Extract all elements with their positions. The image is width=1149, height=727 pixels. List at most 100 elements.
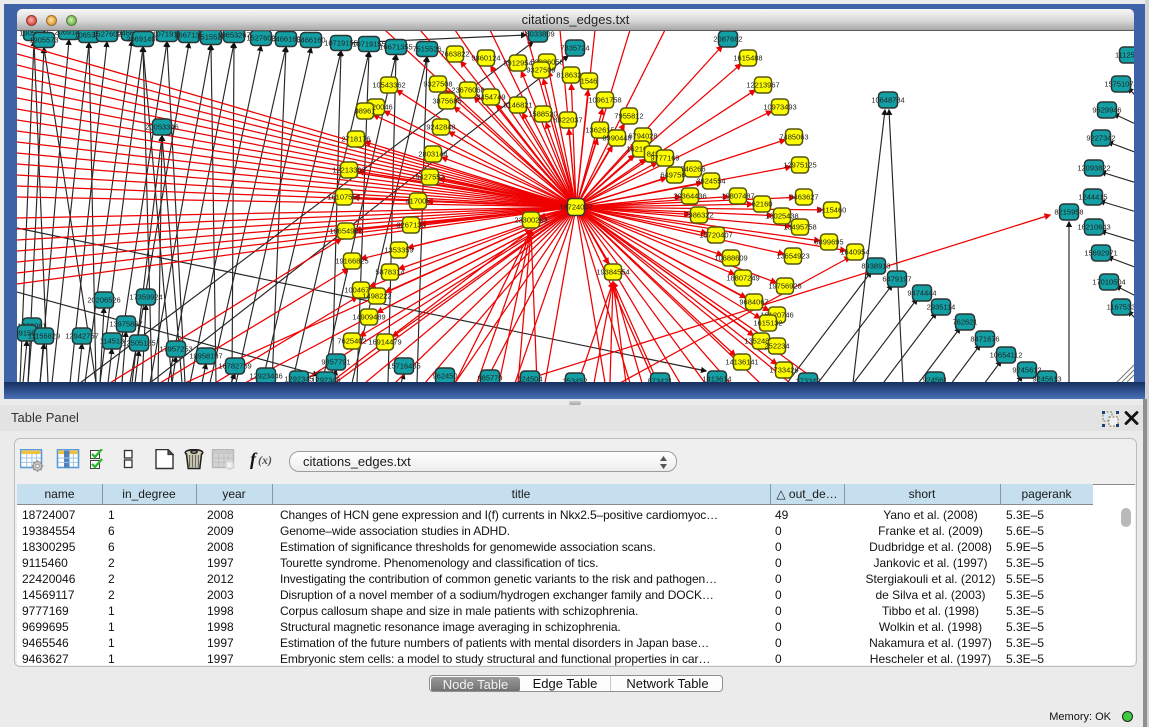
svg-text:2087682: 2087682 xyxy=(713,35,742,44)
svg-text:985779: 985779 xyxy=(477,374,502,383)
svg-text:8454749: 8454749 xyxy=(476,93,505,102)
svg-text:9146821: 9146821 xyxy=(503,101,532,110)
svg-text:1292346: 1292346 xyxy=(311,376,340,383)
svg-text:9327508: 9327508 xyxy=(423,80,452,89)
svg-text:173342: 173342 xyxy=(795,377,820,383)
svg-text:f: f xyxy=(250,449,258,469)
svg-text:1905573: 1905573 xyxy=(29,36,58,45)
svg-text:8471676: 8471676 xyxy=(970,335,999,344)
svg-text:1167533: 1167533 xyxy=(1107,303,1134,312)
svg-text:1292345: 1292345 xyxy=(284,375,313,383)
svg-text:15692971: 15692971 xyxy=(1084,249,1117,258)
svg-text:9529946: 9529946 xyxy=(1092,106,1121,115)
svg-text:9115460: 9115460 xyxy=(818,206,847,215)
svg-text:12213363: 12213363 xyxy=(332,166,365,175)
svg-text:9227342: 9227342 xyxy=(1086,134,1115,143)
svg-text:1640954: 1640954 xyxy=(840,248,869,257)
svg-text:20206526: 20206526 xyxy=(87,296,120,305)
svg-text:10654112: 10654112 xyxy=(990,351,1023,360)
svg-text:17359924: 17359924 xyxy=(129,293,162,302)
svg-text:7955812: 7955812 xyxy=(614,112,643,121)
svg-text:2803144: 2803144 xyxy=(418,150,447,159)
svg-text:7663822: 7663822 xyxy=(440,50,469,59)
svg-text:10648784: 10648784 xyxy=(871,96,904,105)
svg-text:19384554: 19384554 xyxy=(596,268,629,277)
svg-text:12975125: 12975125 xyxy=(783,161,816,170)
svg-text:5878314: 5878314 xyxy=(375,268,404,277)
svg-text:(x): (x) xyxy=(258,453,272,467)
svg-text:1546: 1546 xyxy=(581,77,598,86)
svg-text:13495758: 13495758 xyxy=(783,223,816,232)
svg-text:7986322: 7986322 xyxy=(684,211,713,220)
svg-text:9463627: 9463627 xyxy=(789,193,818,202)
svg-text:9474444: 9474444 xyxy=(907,289,936,298)
svg-text:20053346: 20053346 xyxy=(145,123,178,132)
svg-text:1244415: 1244415 xyxy=(1078,193,1107,202)
svg-text:19654982: 19654982 xyxy=(329,227,362,236)
svg-text:16107554: 16107554 xyxy=(327,193,360,202)
svg-text:1353359: 1353359 xyxy=(384,246,413,255)
svg-text:14136141: 14136141 xyxy=(725,358,758,367)
svg-text:924561: 924561 xyxy=(922,376,947,383)
svg-text:124504: 124504 xyxy=(517,375,542,383)
svg-text:3624554: 3624554 xyxy=(696,177,725,186)
svg-text:10961758: 10961758 xyxy=(588,96,621,105)
svg-text:252234: 252234 xyxy=(764,342,789,351)
svg-text:1615488: 1615488 xyxy=(733,54,762,63)
svg-text:16033809: 16033809 xyxy=(521,31,554,39)
svg-text:3875685: 3875685 xyxy=(432,97,461,106)
svg-text:15716485: 15716485 xyxy=(387,362,420,371)
svg-text:23300263: 23300263 xyxy=(514,216,547,225)
svg-text:17010504: 17010504 xyxy=(1092,278,1125,287)
svg-text:16210643: 16210643 xyxy=(1077,223,1110,232)
svg-text:1615132: 1615132 xyxy=(753,319,782,328)
svg-text:1112541: 1112541 xyxy=(1115,51,1134,60)
svg-text:19756928: 19756928 xyxy=(768,282,801,291)
svg-text:9242848: 9242848 xyxy=(426,123,455,132)
svg-text:14909489: 14909489 xyxy=(352,313,385,322)
svg-text:8215958: 8215958 xyxy=(1054,208,1083,217)
svg-text:9777169: 9777169 xyxy=(650,154,679,163)
svg-text:2935114: 2935114 xyxy=(927,303,956,312)
svg-text:19166825: 19166825 xyxy=(335,257,368,266)
svg-text:1413614: 1413614 xyxy=(702,375,731,383)
svg-text:62160: 62160 xyxy=(752,200,773,209)
svg-text:3267130: 3267130 xyxy=(396,221,425,230)
svg-text:8990448: 8990448 xyxy=(602,134,631,143)
svg-text:12093822: 12093822 xyxy=(1077,164,1110,173)
svg-text:12213967: 12213967 xyxy=(746,81,779,90)
svg-text:153452: 153452 xyxy=(562,377,587,383)
svg-text:873421: 873421 xyxy=(647,377,672,383)
svg-text:9684067: 9684067 xyxy=(739,298,768,307)
svg-text:12923446: 12923446 xyxy=(249,372,282,381)
svg-text:15751074: 15751074 xyxy=(1104,80,1134,89)
svg-text:114513: 114513 xyxy=(100,337,124,346)
svg-text:10543362: 10543362 xyxy=(372,81,405,90)
svg-text:8322037: 8322037 xyxy=(553,116,582,125)
svg-text:16914479: 16914479 xyxy=(368,338,401,347)
svg-text:1498222: 1498222 xyxy=(362,292,391,301)
svg-text:9857791: 9857791 xyxy=(321,358,350,367)
svg-text:6794028: 6794028 xyxy=(628,132,657,141)
svg-text:8938913: 8938913 xyxy=(861,262,890,271)
svg-text:2718176: 2718176 xyxy=(341,135,370,144)
svg-text:7485063: 7485063 xyxy=(779,133,808,142)
svg-text:9860124: 9860124 xyxy=(471,54,500,63)
svg-text:7625402: 7625402 xyxy=(337,337,366,346)
svg-text:12505135: 12505135 xyxy=(122,339,155,348)
svg-text:1733426: 1733426 xyxy=(769,366,798,375)
svg-text:20364436: 20364436 xyxy=(673,192,706,201)
svg-text:962450: 962450 xyxy=(432,372,457,381)
svg-text:417006: 417006 xyxy=(405,197,430,206)
svg-text:746266: 746266 xyxy=(680,165,705,174)
svg-text:9245613: 9245613 xyxy=(1032,375,1061,383)
svg-text:10807487: 10807487 xyxy=(721,192,754,201)
svg-text:17957253: 17957253 xyxy=(159,345,192,354)
svg-text:9427552: 9427552 xyxy=(415,173,444,182)
svg-text:18807249: 18807249 xyxy=(726,274,759,283)
svg-text:10958197: 10958197 xyxy=(189,352,222,361)
svg-text:98961: 98961 xyxy=(355,107,376,116)
svg-text:13654923: 13654923 xyxy=(776,252,809,261)
svg-text:10973493: 10973493 xyxy=(763,103,796,112)
svg-text:6899695: 6899695 xyxy=(814,238,843,247)
